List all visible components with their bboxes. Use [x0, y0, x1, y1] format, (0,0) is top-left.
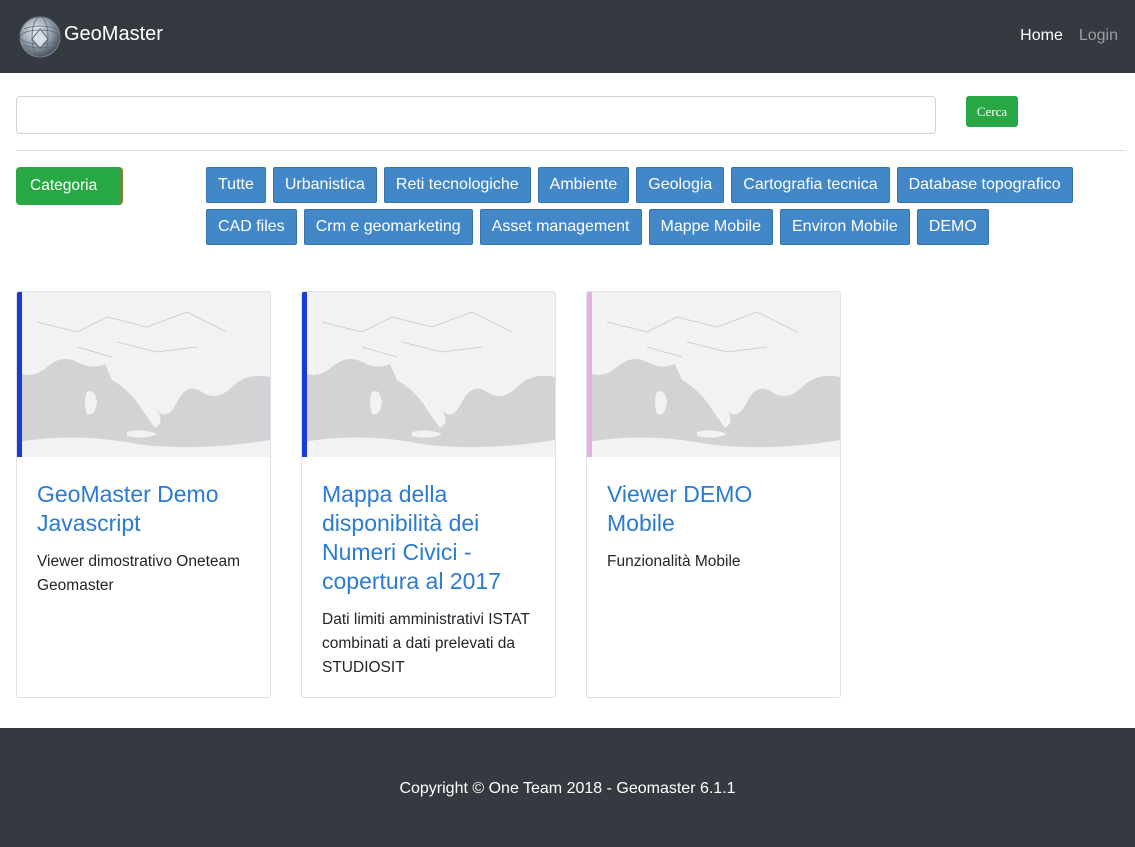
tag-database-topografico[interactable]: Database topografico [896, 167, 1073, 203]
navbar: GeoMaster Home Login [0, 0, 1135, 73]
card-accent [17, 292, 22, 457]
tag-demo[interactable]: DEMO [916, 209, 989, 245]
card-description: Viewer dimostrativo Oneteam Geomaster [37, 553, 241, 594]
divider [16, 150, 1125, 151]
tag-environ-mobile[interactable]: Environ Mobile [780, 209, 910, 245]
card-accent [587, 292, 592, 457]
tag-cartografia-tecnica[interactable]: Cartografia tecnica [731, 167, 890, 203]
tag-urbanistica[interactable]: Urbanistica [272, 167, 377, 203]
tag-asset-management[interactable]: Asset management [479, 209, 642, 245]
card-description: Funzionalità Mobile [607, 553, 741, 570]
app-card[interactable]: Mappa della disponibilità dei Numeri Civ… [301, 291, 556, 698]
card-title[interactable]: Viewer DEMO Mobile [607, 480, 825, 538]
category-dropdown-button[interactable]: Categoria [16, 167, 123, 205]
card-accent [302, 292, 307, 457]
tag-crm-geomarketing[interactable]: Crm e geomarketing [303, 209, 473, 245]
brand-name: GeoMaster [64, 22, 163, 45]
app-card[interactable]: Viewer DEMO Mobile Funzionalità Mobile [586, 291, 841, 698]
map-thumbnail [587, 292, 840, 457]
tag-ambiente[interactable]: Ambiente [537, 167, 630, 203]
nav-home-link[interactable]: Home [1020, 27, 1063, 45]
tag-geologia[interactable]: Geologia [636, 167, 725, 203]
tag-mappe-mobile[interactable]: Mappe Mobile [648, 209, 773, 245]
nav-links: Home Login [1020, 27, 1118, 45]
card-list: GeoMaster Demo Javascript Viewer dimostr… [16, 291, 841, 698]
search-button[interactable]: Cerca [966, 96, 1018, 127]
search-input[interactable] [16, 96, 936, 134]
tag-reti-tecnologiche[interactable]: Reti tecnologiche [383, 167, 531, 203]
card-title[interactable]: Mappa della disponibilità dei Numeri Civ… [322, 480, 540, 596]
tag-tutte[interactable]: Tutte [206, 167, 266, 203]
copyright-text: Copyright © One Team 2018 - Geomaster 6.… [399, 779, 736, 797]
footer: Copyright © One Team 2018 - Geomaster 6.… [0, 728, 1135, 847]
map-thumbnail [17, 292, 270, 457]
category-tags: Tutte Urbanistica Reti tecnologiche Ambi… [206, 167, 1086, 245]
card-title[interactable]: GeoMaster Demo Javascript [37, 480, 255, 538]
card-description: Dati limiti amministrativi ISTAT combina… [322, 611, 530, 676]
nav-login-link[interactable]: Login [1079, 27, 1118, 45]
globe-logo-icon [19, 16, 61, 58]
tag-cad-files[interactable]: CAD files [206, 209, 297, 245]
brand[interactable]: GeoMaster [18, 15, 163, 59]
app-card[interactable]: GeoMaster Demo Javascript Viewer dimostr… [16, 291, 271, 698]
map-thumbnail [302, 292, 555, 457]
